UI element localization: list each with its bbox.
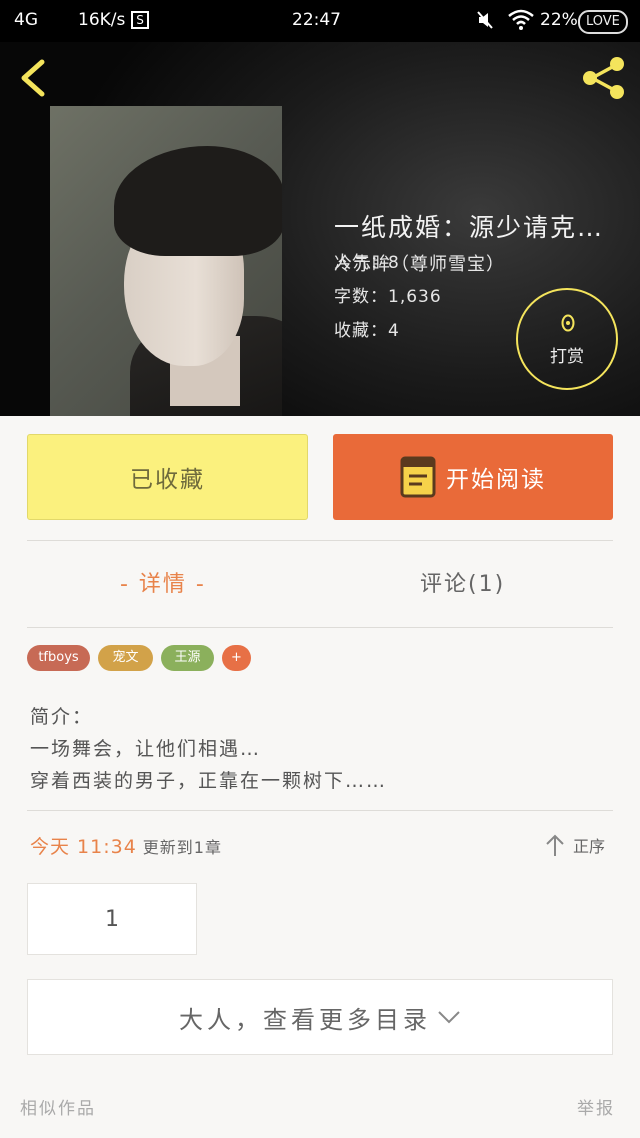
back-arrow-icon[interactable]: [14, 58, 54, 98]
net-speed: 16K/s: [78, 10, 126, 30]
tag-wangyuan[interactable]: 王源: [161, 645, 214, 671]
arrow-up-icon: [546, 834, 564, 856]
favorites-row: 收藏：4: [334, 316, 400, 341]
update-text: 更新到1章: [142, 838, 222, 857]
view-more-catalog-button[interactable]: 大人，查看更多目录: [27, 979, 613, 1055]
sort-order-button[interactable]: 正序: [545, 832, 605, 858]
wifi-icon: [508, 9, 534, 30]
favorites-label: 收藏：: [334, 321, 388, 341]
sort-order-label: 正序: [573, 837, 606, 856]
network-indicator: 4G: [14, 10, 38, 30]
favorites-value: 4: [388, 321, 400, 341]
update-time: 今天 11:34: [30, 836, 137, 858]
chevron-down-icon: [438, 1011, 460, 1024]
word-count-label: 字数：: [334, 287, 388, 307]
add-tag-button[interactable]: +: [222, 645, 251, 671]
coin-icon: [561, 314, 575, 332]
battery-love-badge: LOVE: [578, 10, 628, 34]
update-info: 今天 11:34 更新到1章: [30, 832, 222, 859]
status-bar: 4G 16K/s S 22:47 22% LOVE: [0, 0, 640, 42]
popularity-label: 人气：: [334, 253, 388, 273]
intro-line-1: 一场舞会，让他们相遇…: [30, 738, 262, 760]
book-cover-image: [50, 106, 282, 416]
start-reading-label: 开始阅读: [446, 467, 546, 493]
tab-detail[interactable]: - 详情 -: [120, 566, 206, 598]
reward-button[interactable]: 打赏: [516, 288, 618, 390]
share-icon[interactable]: [578, 56, 630, 100]
start-reading-button[interactable]: 开始阅读: [333, 434, 613, 520]
reward-label: 打赏: [550, 347, 584, 367]
sim-badge: S: [131, 11, 149, 29]
popularity-row: 人气：8: [334, 248, 400, 273]
battery-level: 22%: [540, 10, 578, 30]
similar-works-heading: 相似作品: [20, 1099, 96, 1119]
book-header: 一纸成婚：源少请克… 冷赤眸（尊师雪宝） 人气：8 字数：1,636 收藏：4 …: [0, 42, 640, 416]
book-icon: [400, 456, 436, 498]
mute-icon: [477, 11, 493, 29]
view-more-catalog-label: 大人，查看更多目录: [179, 1005, 431, 1034]
tag-tfboys[interactable]: tfboys: [27, 645, 90, 671]
intro-heading: 简介：: [30, 706, 94, 728]
favorited-button[interactable]: 已收藏: [27, 434, 308, 520]
divider: [27, 627, 613, 628]
clock: 22:47: [292, 10, 341, 30]
intro-line-2: 穿着西装的男子，正靠在一颗树下……: [30, 770, 388, 792]
popularity-value: 8: [388, 253, 400, 273]
divider: [27, 810, 613, 811]
chapter-item[interactable]: 1: [27, 883, 197, 955]
report-link[interactable]: 举报: [577, 1094, 615, 1119]
tag-pampering[interactable]: 宠文: [98, 645, 153, 671]
divider: [27, 540, 613, 541]
favorited-label: 已收藏: [130, 467, 205, 493]
word-count-row: 字数：1,636: [334, 282, 442, 307]
word-count-value: 1,636: [388, 287, 442, 307]
tab-comments[interactable]: 评论(1): [420, 566, 505, 598]
book-title: 一纸成婚：源少请克…: [334, 213, 605, 242]
